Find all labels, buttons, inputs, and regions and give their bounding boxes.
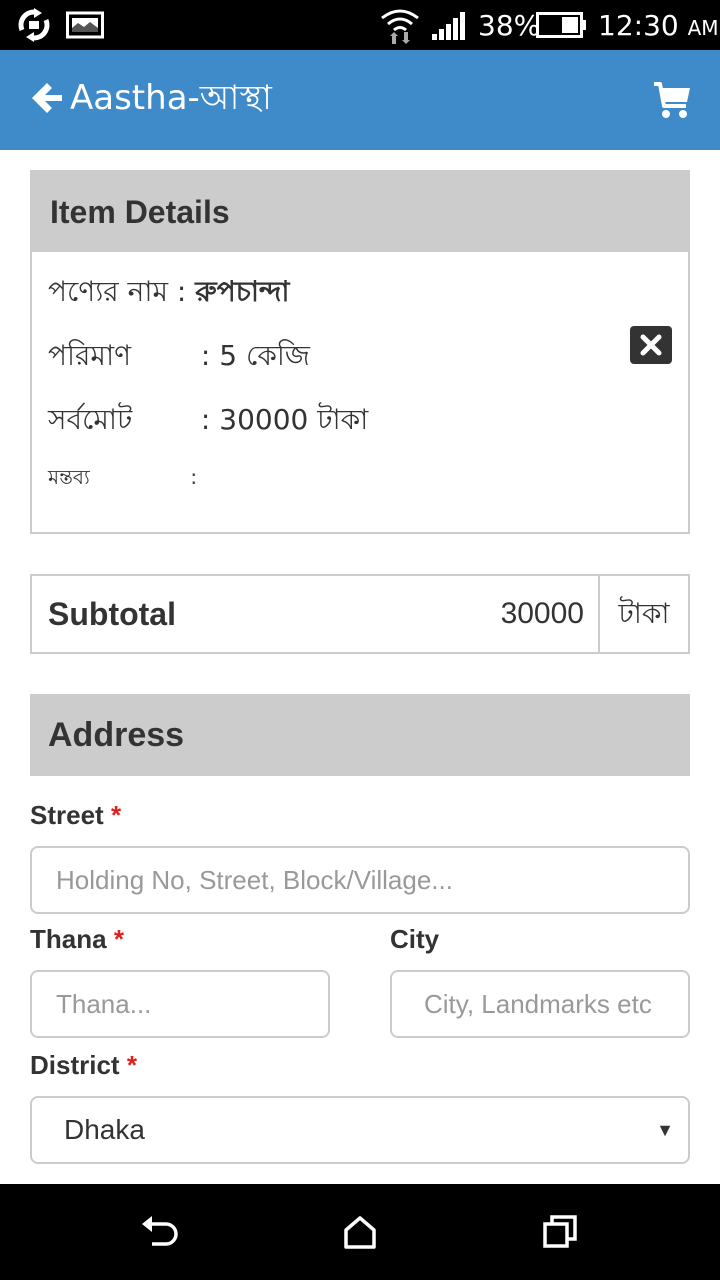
- item-details-heading: Item Details: [32, 172, 688, 252]
- recents-nav-icon[interactable]: [540, 1212, 580, 1252]
- battery-icon: [536, 12, 586, 38]
- item-details-panel: Item Details পণ্যের নাম : রুপচান্দা পরিম…: [30, 170, 690, 534]
- clock: 12:30 AM: [598, 8, 719, 46]
- total-row: সর্বমোট : 30000 টাকা: [48, 400, 368, 440]
- subtotal-label: Subtotal: [48, 596, 176, 632]
- signal-icon: [432, 12, 465, 40]
- district-selected-value: Dhaka: [64, 1114, 145, 1145]
- district-label: District *: [30, 1048, 137, 1082]
- clock-time: 12:30: [598, 9, 679, 42]
- total-value: 30000 টাকা: [219, 403, 369, 436]
- district-required-mark: *: [126, 1050, 137, 1080]
- product-colon: :: [176, 275, 187, 308]
- caret-down-icon: ▼: [656, 1120, 674, 1140]
- thana-label-text: Thana: [30, 924, 107, 954]
- district-select[interactable]: Dhaka ▼: [30, 1096, 690, 1164]
- subtotal-value: 30000: [500, 597, 584, 630]
- comment-row: মন্তব্য :: [48, 462, 197, 492]
- arrow-left-icon[interactable]: [30, 81, 64, 115]
- total-colon: :: [200, 403, 211, 436]
- close-icon: [640, 334, 662, 356]
- quantity-value: 5 কেজি: [219, 339, 310, 372]
- quantity-row: পরিমাণ : 5 কেজি: [48, 336, 310, 376]
- address-heading: Address: [30, 694, 690, 776]
- district-label-text: District: [30, 1050, 120, 1080]
- product-row: পণ্যের নাম : রুপচান্দা: [48, 272, 290, 312]
- street-input[interactable]: [30, 846, 690, 914]
- city-label: City: [390, 924, 440, 954]
- comment-colon: :: [190, 465, 198, 489]
- thana-label: Thana *: [30, 922, 124, 956]
- wifi-icon: [381, 9, 419, 44]
- battery-percent: 38%: [478, 9, 541, 42]
- home-nav-icon[interactable]: [340, 1212, 380, 1252]
- street-label: Street *: [30, 798, 121, 832]
- sync-icon: [18, 8, 50, 42]
- clock-suffix: AM: [687, 16, 719, 40]
- thana-input[interactable]: [30, 970, 330, 1038]
- app-bar: Aastha-আস্থা: [0, 50, 720, 150]
- status-bar: 38% 12:30 AM: [0, 0, 720, 50]
- quantity-label: পরিমাণ: [48, 339, 132, 372]
- remove-item-button[interactable]: [630, 326, 672, 364]
- back-nav-icon[interactable]: [140, 1212, 180, 1252]
- street-label-text: Street: [30, 800, 104, 830]
- cart-icon[interactable]: [652, 80, 692, 120]
- product-value: রুপচান্দা: [195, 275, 290, 308]
- quantity-colon: :: [200, 339, 211, 372]
- street-required-mark: *: [110, 800, 122, 830]
- app-title: Aastha-আস্থা: [70, 78, 272, 118]
- thana-required-mark: *: [113, 924, 124, 954]
- image-icon: [66, 11, 104, 39]
- subtotal-unit: টাকা: [598, 576, 688, 652]
- product-label: পণ্যের নাম: [48, 275, 168, 308]
- city-input[interactable]: [390, 970, 690, 1038]
- subtotal-box: Subtotal 30000 টাকা: [30, 574, 690, 654]
- total-label: সর্বমোট: [48, 403, 133, 436]
- comment-label: মন্তব্য: [48, 465, 90, 489]
- navigation-bar: [0, 1184, 720, 1280]
